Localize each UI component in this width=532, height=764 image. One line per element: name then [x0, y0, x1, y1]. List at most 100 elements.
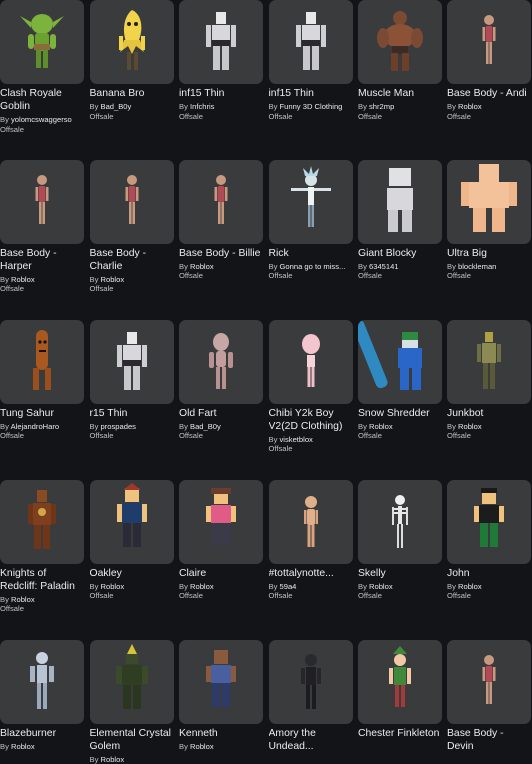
item-name[interactable]: r15 Thin — [90, 407, 174, 420]
creator-link[interactable]: yolomcswaggerso — [11, 115, 72, 124]
item-name[interactable]: Ultra Big — [447, 247, 531, 260]
item-thumbnail[interactable] — [90, 160, 174, 244]
item-thumbnail[interactable] — [269, 640, 353, 724]
catalog-item-card[interactable]: Snow ShredderBy RobloxOffsale — [358, 320, 442, 441]
item-name[interactable]: Base Body - Billie — [179, 247, 263, 260]
catalog-item-card[interactable]: Old FartBy Bad_B0yOffsale — [179, 320, 263, 441]
catalog-item-card[interactable]: ClaireBy RobloxOffsale — [179, 480, 263, 601]
creator-link[interactable]: shr2mp — [369, 102, 394, 111]
creator-link[interactable]: Roblox — [11, 595, 35, 604]
catalog-item-card[interactable]: Chester Finkleton — [358, 640, 442, 740]
catalog-item-card[interactable]: inf15 ThinBy InfchrisOffsale — [179, 0, 263, 121]
catalog-item-card[interactable]: Chibi Y2k Boy V2(2D Clothing)By visketbl… — [269, 320, 353, 454]
catalog-item-card[interactable]: JohnBy RobloxOffsale — [447, 480, 531, 601]
creator-link[interactable]: Roblox — [11, 275, 35, 284]
item-thumbnail[interactable] — [269, 0, 353, 84]
creator-link[interactable]: Roblox — [11, 742, 35, 751]
item-thumbnail[interactable] — [179, 160, 263, 244]
item-name[interactable]: Knights of Redcliff: Paladin — [0, 567, 84, 593]
item-name[interactable]: inf15 Thin — [179, 87, 263, 100]
catalog-item-card[interactable]: #tottalynotte...By 59a4Offsale — [269, 480, 353, 601]
catalog-item-card[interactable]: KennethBy Roblox — [179, 640, 263, 752]
catalog-item-card[interactable]: Banana BroBy Bad_B0yOffsale — [90, 0, 174, 121]
item-name[interactable]: Elemental Crystal Golem — [90, 727, 174, 753]
catalog-item-card[interactable]: Muscle ManBy shr2mpOffsale — [358, 0, 442, 121]
item-thumbnail[interactable] — [90, 480, 174, 564]
catalog-item-card[interactable]: Amory the Undead... — [269, 640, 353, 753]
item-name[interactable]: John — [447, 567, 531, 580]
catalog-item-card[interactable]: r15 ThinBy prospadesOffsale — [90, 320, 174, 441]
creator-link[interactable]: 6345141 — [369, 262, 399, 271]
item-thumbnail[interactable] — [447, 160, 531, 244]
item-thumbnail[interactable] — [90, 640, 174, 724]
catalog-item-card[interactable]: Tung SahurBy AlejandroHaroOffsale — [0, 320, 84, 441]
creator-link[interactable]: Roblox — [190, 742, 214, 751]
item-name[interactable]: #tottalynotte... — [269, 567, 353, 580]
item-name[interactable]: Base Body - Charlie — [90, 247, 174, 273]
item-thumbnail[interactable] — [447, 480, 531, 564]
creator-link[interactable]: Funny 3D Clothing — [280, 102, 343, 111]
creator-link[interactable]: Roblox — [369, 422, 393, 431]
item-name[interactable]: Claire — [179, 567, 263, 580]
catalog-item-card[interactable]: BlazeburnerBy Roblox — [0, 640, 84, 752]
item-name[interactable]: Giant Blocky — [358, 247, 442, 260]
catalog-item-card[interactable]: JunkbotBy RobloxOffsale — [447, 320, 531, 441]
catalog-item-card[interactable]: Base Body - AndiBy RobloxOffsale — [447, 0, 531, 121]
catalog-item-card[interactable]: Base Body - CharlieBy RobloxOffsale — [90, 160, 174, 294]
item-name[interactable]: Tung Sahur — [0, 407, 84, 420]
item-thumbnail[interactable] — [447, 640, 531, 724]
item-thumbnail[interactable] — [0, 0, 84, 84]
catalog-item-card[interactable]: RickBy Gonna go to miss...Offsale — [269, 160, 353, 281]
item-thumbnail[interactable] — [269, 480, 353, 564]
creator-link[interactable]: prospades — [101, 422, 136, 431]
item-thumbnail[interactable] — [358, 320, 442, 404]
item-name[interactable]: Rick — [269, 247, 353, 260]
catalog-item-card[interactable]: inf15 ThinBy Funny 3D ClothingOffsale — [269, 0, 353, 121]
creator-link[interactable]: Roblox — [458, 582, 482, 591]
item-thumbnail[interactable] — [179, 640, 263, 724]
item-name[interactable]: Chester Finkleton — [358, 727, 442, 740]
item-name[interactable]: Amory the Undead... — [269, 727, 353, 753]
item-name[interactable]: Oakley — [90, 567, 174, 580]
catalog-item-card[interactable]: Ultra BigBy blocklemanOffsale — [447, 160, 531, 281]
creator-link[interactable]: AlejandroHaro — [11, 422, 60, 431]
creator-link[interactable]: Roblox — [458, 102, 482, 111]
item-thumbnail[interactable] — [90, 320, 174, 404]
creator-link[interactable]: Roblox — [101, 582, 125, 591]
creator-link[interactable]: Roblox — [458, 422, 482, 431]
item-thumbnail[interactable] — [179, 480, 263, 564]
creator-link[interactable]: Roblox — [101, 275, 125, 284]
item-name[interactable]: Muscle Man — [358, 87, 442, 100]
creator-link[interactable]: 59a4 — [280, 582, 297, 591]
item-thumbnail[interactable] — [269, 320, 353, 404]
creator-link[interactable]: Bad_B0y — [101, 102, 132, 111]
creator-link[interactable]: Gonna go to miss... — [280, 262, 346, 271]
item-name[interactable]: Kenneth — [179, 727, 263, 740]
catalog-item-card[interactable]: Clash Royale GoblinBy yolomcswaggersoOff… — [0, 0, 84, 134]
item-thumbnail[interactable] — [0, 160, 84, 244]
item-name[interactable]: Blazeburner — [0, 727, 84, 740]
item-thumbnail[interactable] — [0, 320, 84, 404]
item-thumbnail[interactable] — [358, 0, 442, 84]
item-name[interactable]: Base Body - Andi — [447, 87, 531, 100]
catalog-item-card[interactable]: Base Body - BillieBy RobloxOffsale — [179, 160, 263, 281]
item-name[interactable]: Clash Royale Goblin — [0, 87, 84, 113]
catalog-item-card[interactable]: Base Body - HarperBy RobloxOffsale — [0, 160, 84, 294]
catalog-item-card[interactable]: Base Body - Devin — [447, 640, 531, 753]
creator-link[interactable]: Infchris — [190, 102, 214, 111]
item-name[interactable]: Skelly — [358, 567, 442, 580]
item-thumbnail[interactable] — [447, 320, 531, 404]
item-name[interactable]: Junkbot — [447, 407, 531, 420]
item-thumbnail[interactable] — [0, 640, 84, 724]
item-name[interactable]: Chibi Y2k Boy V2(2D Clothing) — [269, 407, 353, 433]
item-thumbnail[interactable] — [358, 480, 442, 564]
creator-link[interactable]: blockleman — [458, 262, 496, 271]
item-thumbnail[interactable] — [90, 0, 174, 84]
item-thumbnail[interactable] — [0, 480, 84, 564]
item-thumbnail[interactable] — [447, 0, 531, 84]
creator-link[interactable]: Bad_B0y — [190, 422, 221, 431]
item-name[interactable]: Snow Shredder — [358, 407, 442, 420]
item-thumbnail[interactable] — [179, 0, 263, 84]
item-name[interactable]: Base Body - Devin — [447, 727, 531, 753]
catalog-item-card[interactable]: Giant BlockyBy 6345141Offsale — [358, 160, 442, 281]
